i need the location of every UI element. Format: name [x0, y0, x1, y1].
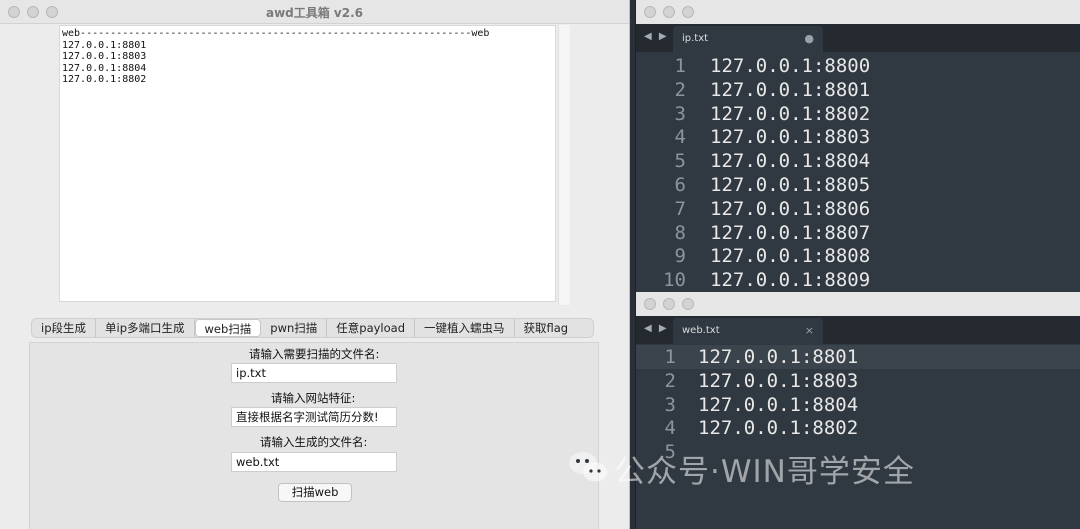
editor-title-bar — [636, 292, 1080, 316]
line-text: 127.0.0.1:8803 — [710, 126, 871, 149]
window-title: awd工具箱 v2.6 — [265, 6, 364, 20]
line-number: 7 — [674, 197, 686, 220]
line-number: 5 — [674, 150, 686, 173]
tab-ip-range[interactable]: ip段生成 — [32, 319, 96, 337]
awd-tool-window: awd工具箱 v2.6 web-------------------------… — [0, 0, 630, 529]
zoom-window-button[interactable] — [682, 6, 694, 18]
code-line[interactable]: 5 127.0.0.1:8804 — [636, 149, 1080, 173]
output-scrollbar[interactable] — [558, 25, 570, 305]
code-line[interactable]: 7 127.0.0.1:8806 — [636, 197, 1080, 221]
close-window-button[interactable] — [644, 298, 656, 310]
tab-nav-arrows-icon[interactable]: ◀ ▶ — [644, 323, 669, 334]
tab-single-ip-ports[interactable]: 单ip多端口生成 — [96, 319, 195, 337]
line-text: 127.0.0.1:8805 — [710, 174, 871, 196]
output-line: web-------------------------------------… — [62, 28, 490, 39]
line-number: 8 — [674, 221, 686, 244]
scan-output-textarea[interactable]: web-------------------------------------… — [59, 25, 556, 302]
line-text: 127.0.0.1:8809 — [710, 269, 871, 292]
minimize-window-button[interactable] — [663, 298, 675, 310]
line-number: 3 — [674, 102, 686, 125]
close-tab-icon[interactable]: × — [805, 318, 814, 344]
code-line[interactable]: 3 127.0.0.1:8802 — [636, 102, 1080, 126]
minimize-window-button[interactable] — [663, 6, 675, 18]
line-text: 127.0.0.1:8803 — [698, 369, 859, 392]
line-text: 127.0.0.1:8804 — [710, 150, 871, 173]
line-number: 2 — [674, 78, 686, 101]
code-line[interactable]: 10 127.0.0.1:8809 — [636, 268, 1080, 292]
scan-file-label: 请输入需要扫描的文件名: — [249, 347, 380, 361]
editor-tab-strip: ◀ ▶ web.txt × — [636, 316, 1080, 344]
tab-ip-txt[interactable]: ip.txt ● — [673, 26, 823, 52]
output-line: 127.0.0.1:8803 — [62, 51, 147, 62]
site-feature-label: 请输入网站特征: — [271, 391, 356, 405]
title-bar: awd工具箱 v2.6 — [0, 0, 629, 24]
line-number: 9 — [674, 245, 686, 268]
line-text: 127.0.0.1:8807 — [710, 221, 871, 244]
tab-filename: ip.txt — [682, 33, 709, 44]
tab-filename: web.txt — [682, 325, 720, 336]
code-line[interactable]: 4 127.0.0.1:8803 — [636, 125, 1080, 149]
code-line[interactable]: 9 127.0.0.1:8808 — [636, 244, 1080, 268]
output-line: 127.0.0.1:8804 — [62, 62, 147, 74]
unsaved-dot-icon[interactable]: ● — [804, 26, 814, 52]
line-text: 127.0.0.1:8808 — [710, 245, 871, 268]
tab-get-flag[interactable]: 获取flag — [515, 319, 578, 337]
editor-window-controls — [644, 298, 694, 310]
output-line: 127.0.0.1:8802 — [62, 74, 147, 85]
close-window-button[interactable] — [644, 6, 656, 18]
line-number: 3 — [664, 393, 676, 416]
line-text: 127.0.0.1:8801 — [698, 346, 859, 368]
tab-pwn-scan[interactable]: pwn扫描 — [261, 319, 328, 337]
output-line: 127.0.0.1:8801 — [62, 39, 147, 51]
line-text: 127.0.0.1:8804 — [698, 393, 859, 416]
line-number: 1 — [664, 346, 676, 368]
line-number: 6 — [674, 174, 686, 196]
line-text: 127.0.0.1:8802 — [698, 417, 859, 440]
wechat-logo-icon — [569, 452, 607, 482]
code-line[interactable]: 3 127.0.0.1:8804 — [636, 393, 1080, 417]
watermark-text: 公众号·WIN哥学安全 — [614, 454, 915, 490]
code-line[interactable]: 1 127.0.0.1:8800 — [636, 54, 1080, 78]
code-line[interactable]: 2 127.0.0.1:8801 — [636, 78, 1080, 102]
editor-window-controls — [644, 6, 694, 18]
line-number: 4 — [664, 417, 676, 440]
tab-any-payload[interactable]: 任意payload — [327, 319, 416, 337]
output-file-input[interactable] — [231, 452, 397, 472]
scan-file-input[interactable] — [231, 363, 397, 383]
editor-tab-strip: ◀ ▶ ip.txt ● — [636, 24, 1080, 52]
code-line[interactable]: 2 127.0.0.1:8803 — [636, 369, 1080, 393]
output-file-label: 请输入生成的文件名: — [260, 435, 368, 449]
code-line[interactable]: 8 127.0.0.1:8807 — [636, 221, 1080, 245]
editor-title-bar — [636, 0, 1080, 24]
line-text: 127.0.0.1:8801 — [710, 78, 871, 101]
function-tabs: ip段生成 单ip多端口生成 web扫描 pwn扫描 任意payload 一键植… — [31, 318, 594, 338]
code-line[interactable]: 1 127.0.0.1:8801 — [636, 345, 1080, 369]
line-number: 1 — [674, 55, 686, 77]
line-number: 4 — [674, 126, 686, 149]
line-number: 2 — [664, 369, 676, 392]
editor-window-web: ◀ ▶ web.txt × 1 127.0.0.1:8801 2 127.0.0.1:… — [635, 292, 1080, 529]
tab-nav-arrows-icon[interactable]: ◀ ▶ — [644, 31, 669, 42]
tab-web-txt[interactable]: web.txt × — [673, 318, 823, 344]
code-line[interactable]: 6 127.0.0.1:8805 — [636, 173, 1080, 197]
tab-worm-implant[interactable]: 一键植入蠕虫马 — [415, 319, 515, 337]
code-line[interactable]: 4 127.0.0.1:8802 — [636, 416, 1080, 440]
line-text: 127.0.0.1:8802 — [710, 102, 871, 125]
line-text: 127.0.0.1:8800 — [710, 55, 871, 77]
editor-window-ip: ◀ ▶ ip.txt ● 1 127.0.0.1:8800 2 127.0.0.1:8… — [635, 0, 1080, 292]
line-text: 127.0.0.1:8806 — [710, 197, 871, 220]
tab-web-scan[interactable]: web扫描 — [194, 319, 262, 337]
zoom-window-button[interactable] — [682, 298, 694, 310]
line-number: 10 — [663, 269, 686, 292]
scan-web-button[interactable]: 扫描web — [278, 483, 352, 502]
site-feature-input[interactable] — [231, 407, 397, 427]
